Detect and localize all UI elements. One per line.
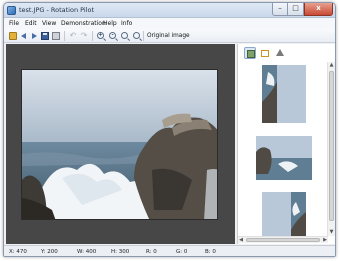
- thumbnail-sideways: [256, 136, 312, 180]
- status-g: G: 0: [176, 249, 188, 255]
- image-canvas[interactable]: [6, 44, 235, 244]
- window-title: test.JPG - Rotation Pilot: [19, 6, 95, 14]
- scroll-left-arrow-icon[interactable]: ◀: [238, 237, 244, 243]
- status-y: Y: 200: [41, 249, 58, 255]
- frame-mode-icon[interactable]: [259, 47, 271, 59]
- preview-sidebar: ▲ ▼ ◀ ▶: [237, 44, 335, 244]
- zoom-fit-icon[interactable]: [121, 32, 128, 39]
- triangle-mode-icon[interactable]: [274, 47, 286, 59]
- menu-info[interactable]: Info: [121, 18, 132, 29]
- toolbar-separator: [64, 31, 65, 41]
- menu-file[interactable]: File: [9, 18, 19, 29]
- open-folder-icon[interactable]: [9, 32, 17, 40]
- menu-demonstration[interactable]: Demonstration: [61, 18, 106, 29]
- status-bar: X: 470 Y: 200 W: 400 H: 300 R: 0 G: 0 B:…: [4, 245, 335, 256]
- scroll-down-arrow-icon[interactable]: ▼: [328, 229, 335, 236]
- status-r: R: 0: [146, 249, 157, 255]
- status-b: B: 0: [205, 249, 216, 255]
- thumbnail-rotated-left: [262, 65, 306, 123]
- back-arrow-icon[interactable]: [20, 32, 28, 40]
- thumbnail-horizontal-scrollbar[interactable]: ◀ ▶: [238, 236, 328, 243]
- title-bar[interactable]: test.JPG - Rotation Pilot – □ x: [4, 3, 335, 18]
- scroll-right-arrow-icon[interactable]: ▶: [322, 237, 328, 243]
- redo-icon[interactable]: ↷: [80, 32, 88, 40]
- menu-bar: File Edit View Demonstration Help Info: [4, 18, 335, 29]
- thumbnail-list: [238, 62, 328, 236]
- main-photo[interactable]: [21, 69, 218, 220]
- seascape-image: [22, 70, 217, 219]
- app-window: test.JPG - Rotation Pilot – □ x File Edi…: [3, 2, 336, 257]
- menu-help[interactable]: Help: [103, 18, 117, 29]
- zoom-in-icon[interactable]: +: [97, 32, 104, 39]
- minimize-button[interactable]: –: [272, 3, 288, 16]
- thumbnail-rotated-right: [262, 192, 306, 236]
- scroll-up-arrow-icon[interactable]: ▲: [328, 62, 335, 69]
- original-image-button[interactable]: Original image: [145, 31, 192, 41]
- image-mode-icon[interactable]: [244, 47, 256, 59]
- menu-view[interactable]: View: [42, 18, 56, 29]
- maximize-button[interactable]: □: [288, 3, 304, 16]
- status-w: W: 400: [77, 249, 97, 255]
- vertical-scroll-thumb[interactable]: [329, 71, 334, 221]
- toolbar-separator: [143, 31, 144, 41]
- zoom-out-icon[interactable]: -: [109, 32, 116, 39]
- horizontal-scroll-thumb[interactable]: [246, 238, 320, 242]
- thumbnail-vertical-scrollbar[interactable]: ▲ ▼: [327, 62, 335, 236]
- zoom-actual-icon[interactable]: [133, 32, 140, 39]
- toolbar-separator: [92, 31, 93, 41]
- toolbar: ↶ ↷ + - Original image: [4, 29, 335, 43]
- status-h: H: 300: [111, 249, 130, 255]
- save-icon[interactable]: [41, 32, 49, 40]
- status-x: X: 470: [9, 249, 27, 255]
- forward-arrow-icon[interactable]: [30, 32, 38, 40]
- app-icon: [7, 6, 16, 15]
- print-icon[interactable]: [52, 32, 60, 40]
- thumbnail-strip: [256, 65, 312, 236]
- undo-icon[interactable]: ↶: [69, 32, 77, 40]
- menu-edit[interactable]: Edit: [25, 18, 37, 29]
- close-button[interactable]: x: [304, 3, 333, 16]
